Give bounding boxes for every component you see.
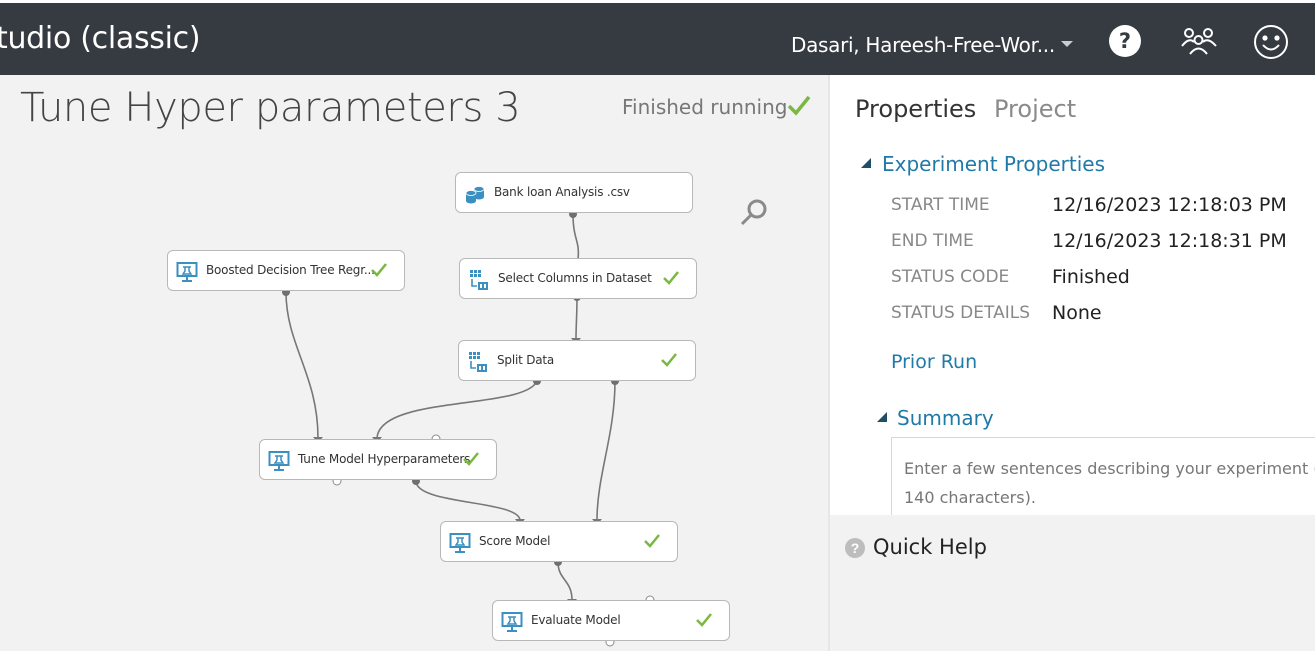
experiment-canvas[interactable]: Tune Hyper parameters 3 Finished running	[0, 75, 828, 651]
model-icon	[501, 612, 523, 632]
app-title: tudio (classic)	[0, 21, 201, 56]
connection-lines	[282, 210, 655, 647]
status-details-value: None	[1052, 302, 1102, 324]
status-details-label: STATUS DETAILS	[891, 303, 1030, 323]
transform-icon	[469, 352, 487, 372]
module-label: Evaluate Model	[531, 613, 621, 627]
status-code-label: STATUS CODE	[891, 267, 1010, 287]
properties-panel: Properties Project Experiment Properties…	[830, 75, 1315, 515]
quick-help-label[interactable]: Quick Help	[873, 535, 987, 559]
module-tune-model-hyperparameters[interactable]: Tune Model Hyperparameters	[259, 439, 497, 480]
module-select-columns[interactable]: Select Columns in Dataset	[459, 258, 697, 299]
help-icon[interactable]: ?	[1107, 23, 1143, 59]
module-split-data[interactable]: Split Data	[458, 340, 696, 381]
connection-split-to-tune	[376, 380, 538, 439]
check-icon	[644, 534, 660, 548]
start-time-label: START TIME	[891, 195, 990, 215]
dataset-icon	[465, 186, 485, 204]
module-label: Bank loan Analysis .csv	[494, 185, 630, 199]
check-icon	[696, 613, 712, 627]
module-label: Tune Model Hyperparameters	[298, 452, 471, 466]
module-label: Select Columns in Dataset	[498, 271, 652, 285]
svg-text:?: ?	[1119, 29, 1131, 53]
tab-properties[interactable]: Properties	[855, 95, 976, 123]
experiment-properties-header[interactable]: Experiment Properties	[882, 152, 1105, 176]
check-icon	[463, 452, 479, 466]
module-bank-loan-dataset[interactable]: Bank loan Analysis .csv	[455, 172, 693, 213]
module-score-model[interactable]: Score Model	[440, 521, 678, 562]
community-icon[interactable]	[1180, 23, 1217, 59]
prior-run-link[interactable]: Prior Run	[891, 351, 977, 373]
connection-boosted-to-tune	[285, 291, 319, 439]
module-label: Boosted Decision Tree Regr...	[206, 263, 375, 277]
transform-icon	[470, 270, 488, 290]
collapse-triangle-icon[interactable]	[877, 412, 887, 422]
module-label: Score Model	[479, 534, 551, 548]
connection-split-to-score	[596, 380, 616, 521]
feedback-smiley-icon[interactable]	[1252, 23, 1288, 59]
end-time-value: 12/16/2023 12:18:31 PM	[1052, 230, 1287, 252]
top-bar: tudio (classic) Dasari, Hareesh-Free-Wor…	[0, 0, 1315, 75]
connection-select-to-split	[575, 296, 578, 340]
check-icon	[661, 353, 677, 367]
model-icon	[176, 262, 198, 282]
status-code-value: Finished	[1052, 266, 1130, 288]
module-evaluate-model[interactable]: Evaluate Model	[492, 600, 730, 641]
summary-textarea[interactable]: Enter a few sentences describing your ex…	[891, 437, 1315, 515]
chevron-down-icon[interactable]	[1061, 41, 1073, 47]
check-icon	[663, 271, 679, 285]
quick-help-panel: ? Quick Help	[830, 515, 1315, 651]
connection-score-to-evaluate	[557, 561, 573, 601]
tab-project[interactable]: Project	[994, 95, 1076, 123]
summary-placeholder: Enter a few sentences describing your ex…	[904, 459, 1315, 507]
help-icon: ?	[845, 538, 865, 558]
connection-bank-to-select	[572, 213, 580, 260]
module-label: Split Data	[497, 353, 555, 367]
model-icon	[268, 451, 290, 471]
model-icon	[449, 533, 471, 553]
check-icon	[371, 263, 387, 277]
start-time-value: 12/16/2023 12:18:03 PM	[1052, 194, 1287, 216]
connection-tune-to-score	[415, 480, 521, 521]
collapse-triangle-icon[interactable]	[861, 158, 871, 168]
end-time-label: END TIME	[891, 231, 974, 251]
summary-header[interactable]: Summary	[897, 406, 994, 430]
module-boosted-decision-tree[interactable]: Boosted Decision Tree Regr...	[167, 250, 405, 291]
workspace-selector[interactable]: Dasari, Hareesh-Free-Wor...	[791, 33, 1055, 57]
